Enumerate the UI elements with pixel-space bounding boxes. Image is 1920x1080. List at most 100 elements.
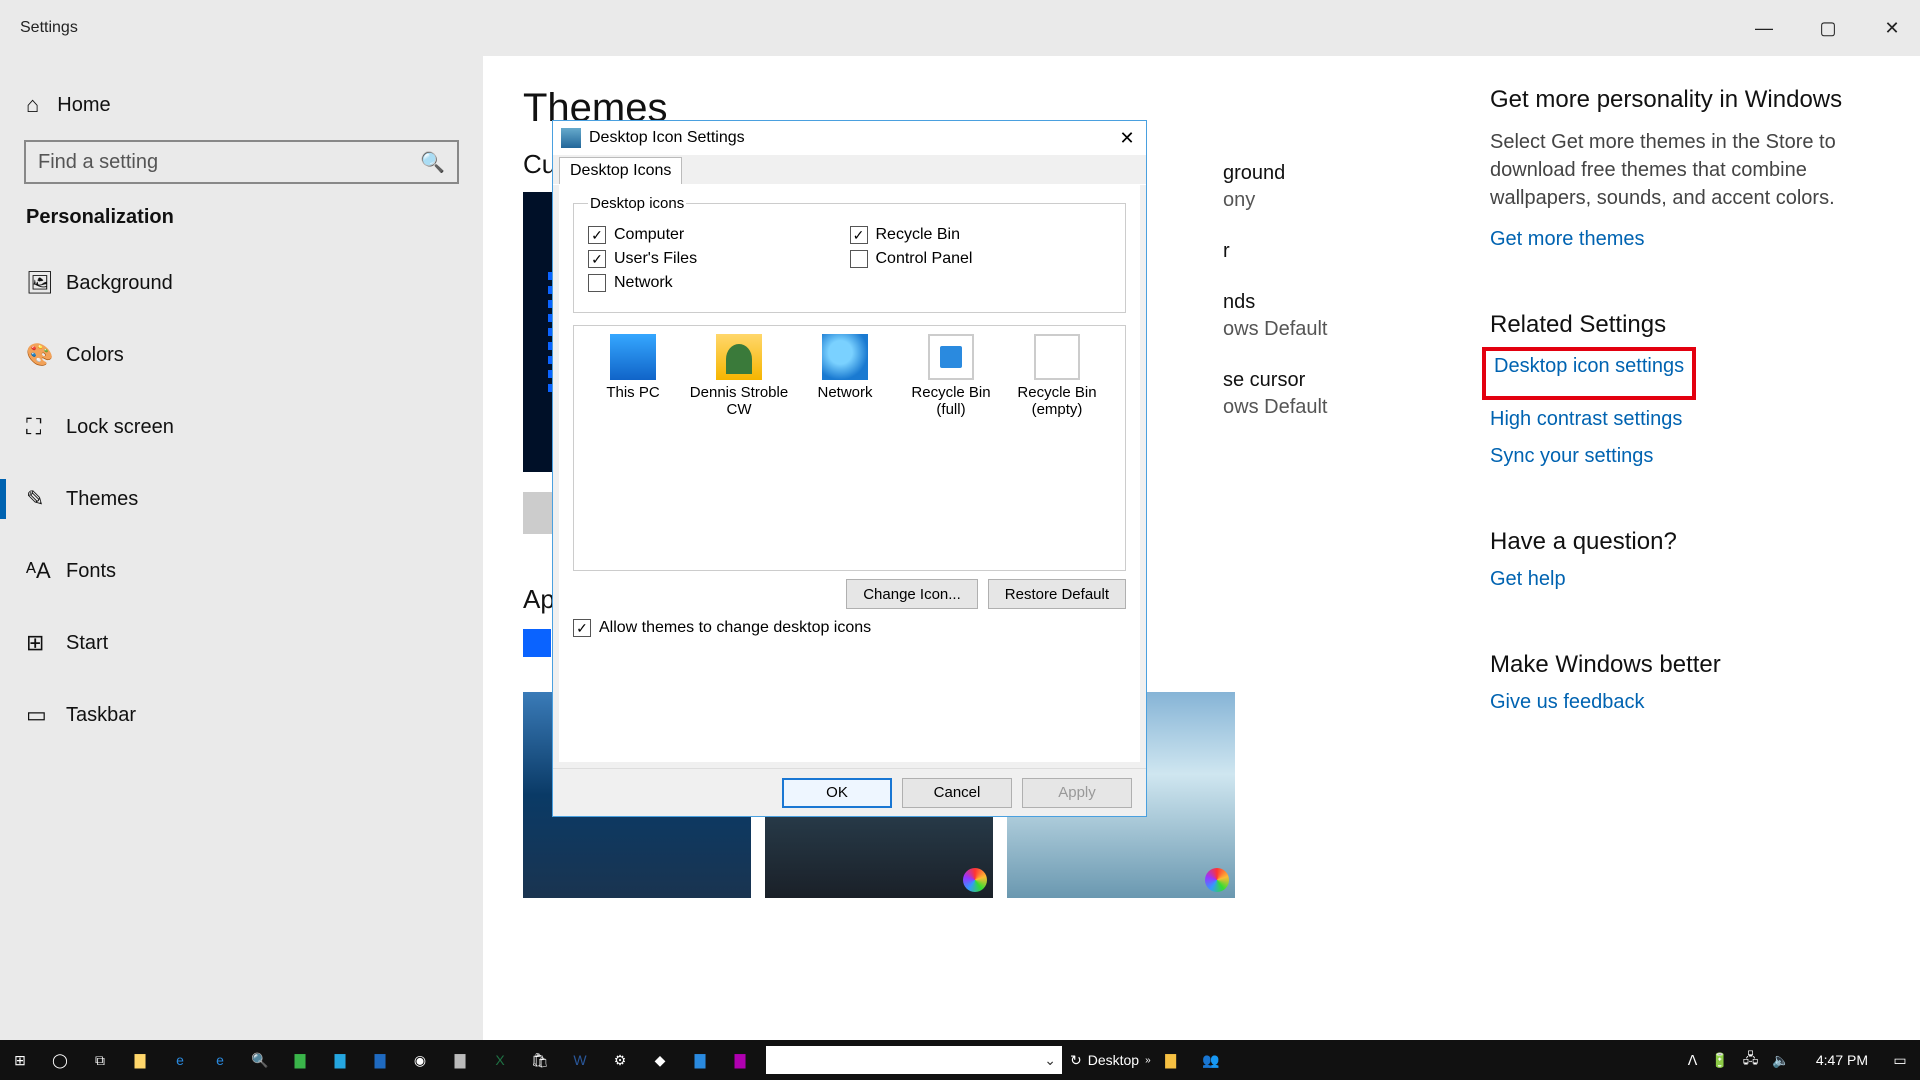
- cortana-button[interactable]: ◯: [40, 1040, 80, 1080]
- minimize-button[interactable]: —: [1752, 18, 1776, 39]
- sidebar-item-label: Taskbar: [66, 704, 136, 727]
- apply-button[interactable]: Apply: [1022, 778, 1132, 808]
- link-get-help[interactable]: Get help: [1490, 568, 1566, 591]
- taskbar-app[interactable]: ◆: [640, 1040, 680, 1080]
- nav-home[interactable]: ⌂ Home: [24, 82, 459, 136]
- taskbar-app[interactable]: ▇: [440, 1040, 480, 1080]
- sidebar-item-label: Background: [66, 272, 173, 295]
- sidebar-item-fonts[interactable]: ᴬAFonts: [24, 535, 459, 607]
- icon-user-files[interactable]: Dennis Stroble CW: [686, 334, 792, 418]
- link-feedback[interactable]: Give us feedback: [1490, 691, 1645, 714]
- taskbar-app[interactable]: ▇: [280, 1040, 320, 1080]
- window-controls: — ▢ ✕: [1752, 18, 1904, 39]
- restore-default-button[interactable]: Restore Default: [988, 579, 1126, 609]
- checkbox-control-panel[interactable]: Control Panel: [850, 250, 1112, 268]
- taskbar-app[interactable]: e: [160, 1040, 200, 1080]
- palette-icon: 🎨: [26, 342, 66, 368]
- sidebar-item-lockscreen[interactable]: ⛶Lock screen: [24, 391, 459, 463]
- checkbox-users-files[interactable]: ✓User's Files: [588, 250, 850, 268]
- checkbox-computer[interactable]: ✓Computer: [588, 226, 850, 244]
- taskbar-app[interactable]: ▇: [360, 1040, 400, 1080]
- taskbar-app[interactable]: e: [200, 1040, 240, 1080]
- ie-icon: e: [216, 1052, 224, 1068]
- start-button[interactable]: ⊞: [0, 1040, 40, 1080]
- user-folder-icon: [716, 334, 762, 380]
- dialog-footer: OK Cancel Apply: [553, 768, 1146, 816]
- taskbar-app[interactable]: ▇: [320, 1040, 360, 1080]
- taskbar-app[interactable]: ⚙: [600, 1040, 640, 1080]
- taskbar-app[interactable]: 🛍: [520, 1040, 560, 1080]
- taskbar-app[interactable]: 🔍: [240, 1040, 280, 1080]
- side-question-heading: Have a question?: [1490, 528, 1860, 556]
- link-desktop-icon-settings[interactable]: Desktop icon settings: [1494, 355, 1684, 378]
- taskbar-app[interactable]: ◉: [400, 1040, 440, 1080]
- theme-color[interactable]: r: [1223, 240, 1328, 263]
- sidebar-item-themes[interactable]: ✎Themes: [24, 463, 459, 535]
- taskbar-app[interactable]: ▇: [680, 1040, 720, 1080]
- maximize-button[interactable]: ▢: [1816, 18, 1840, 39]
- store-icon[interactable]: [523, 629, 551, 657]
- taskview-button[interactable]: ⧉: [80, 1040, 120, 1080]
- icon-recycle-empty[interactable]: Recycle Bin (empty): [1004, 334, 1110, 418]
- side-related-heading: Related Settings: [1490, 311, 1860, 339]
- checkbox-network[interactable]: Network: [588, 274, 850, 292]
- tray-app[interactable]: ▇: [1151, 1040, 1191, 1080]
- sidebar-item-taskbar[interactable]: ▭Taskbar: [24, 679, 459, 751]
- sidebar-item-start[interactable]: ⊞Start: [24, 607, 459, 679]
- taskbar-app[interactable]: X: [480, 1040, 520, 1080]
- sidebar-item-colors[interactable]: 🎨Colors: [24, 319, 459, 391]
- tab-desktop-icons[interactable]: Desktop Icons: [559, 157, 682, 184]
- notes-icon: ▇: [1165, 1052, 1176, 1069]
- theme-sounds[interactable]: ndsows Default: [1223, 291, 1328, 341]
- system-tray: ᐱ 🔋 🖧 🔈: [1674, 1048, 1804, 1072]
- dialog-icon: [561, 128, 581, 148]
- dialog-close-button[interactable]: ✕: [1114, 128, 1140, 149]
- theme-background[interactable]: groundony: [1223, 162, 1328, 212]
- change-icon-button[interactable]: Change Icon...: [846, 579, 978, 609]
- taskbar-app[interactable]: ▇: [120, 1040, 160, 1080]
- search-input[interactable]: Find a setting 🔍: [24, 140, 459, 184]
- lockscreen-icon: ⛶: [26, 414, 66, 440]
- theme-cursor[interactable]: se cursorows Default: [1223, 369, 1328, 419]
- edge-icon: e: [176, 1052, 184, 1068]
- window-title: Settings: [20, 19, 78, 37]
- theme-props: groundony r ndsows Default se cursorows …: [1223, 162, 1328, 419]
- tray-up-icon[interactable]: ᐱ: [1688, 1052, 1698, 1069]
- link-get-more-themes[interactable]: Get more themes: [1490, 228, 1645, 251]
- link-high-contrast[interactable]: High contrast settings: [1490, 408, 1682, 431]
- icon-this-pc[interactable]: This PC: [580, 334, 686, 418]
- icon-preview[interactable]: This PC Dennis Stroble CW Network Recycl…: [573, 325, 1126, 571]
- ok-button[interactable]: OK: [782, 778, 892, 808]
- address-go[interactable]: ↻Desktop»: [1070, 1052, 1151, 1069]
- dialog-title: Desktop Icon Settings: [589, 129, 1114, 147]
- action-center-button[interactable]: ▭: [1880, 1040, 1920, 1080]
- search-placeholder: Find a setting: [38, 151, 420, 174]
- address-toolbar[interactable]: ⌄: [766, 1046, 1062, 1074]
- link-sync-settings[interactable]: Sync your settings: [1490, 445, 1653, 468]
- chrome-icon: ◉: [414, 1052, 426, 1069]
- taskbar-icon: ▭: [26, 702, 66, 728]
- checkbox-allow-themes[interactable]: ✓Allow themes to change desktop icons: [573, 619, 1126, 637]
- volume-icon[interactable]: 🔈: [1772, 1052, 1789, 1069]
- taskbar-app[interactable]: W: [560, 1040, 600, 1080]
- dialog-titlebar[interactable]: Desktop Icon Settings ✕: [553, 121, 1146, 155]
- checkbox-recycle-bin[interactable]: ✓Recycle Bin: [850, 226, 1112, 244]
- taskbar: ⊞ ◯ ⧉ ▇ e e 🔍 ▇ ▇ ▇ ◉ ▇ X 🛍 W ⚙ ◆ ▇ ▇ ⌄ …: [0, 1040, 1920, 1080]
- taskbar-clock[interactable]: 4:47 PM: [1804, 1052, 1880, 1068]
- sidebar-item-background[interactable]: 🖼Background: [24, 247, 459, 319]
- people-button[interactable]: 👥: [1191, 1040, 1231, 1080]
- sidebar-item-label: Lock screen: [66, 416, 174, 439]
- network-tray-icon[interactable]: 🖧: [1743, 1048, 1759, 1072]
- battery-icon[interactable]: 🔋: [1711, 1052, 1728, 1069]
- icon-recycle-full[interactable]: Recycle Bin (full): [898, 334, 1004, 418]
- taskbar-app[interactable]: ▇: [720, 1040, 760, 1080]
- sidebar-item-label: Themes: [66, 488, 138, 511]
- app-icon: ▇: [735, 1052, 746, 1069]
- fonts-icon: ᴬA: [26, 558, 66, 584]
- icon-network[interactable]: Network: [792, 334, 898, 418]
- sidebar-item-label: Colors: [66, 344, 124, 367]
- search-icon: 🔍: [420, 150, 445, 175]
- close-button[interactable]: ✕: [1880, 18, 1904, 39]
- cancel-button[interactable]: Cancel: [902, 778, 1012, 808]
- computer-icon: [610, 334, 656, 380]
